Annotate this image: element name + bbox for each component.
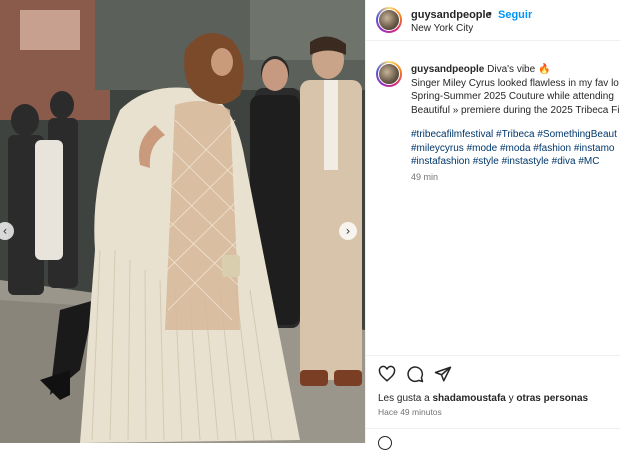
hashtags: #tribecafilmfestival #Tribeca #Something… <box>411 128 620 169</box>
caption-username[interactable]: guysandpeople <box>411 64 484 75</box>
hashtag-link[interactable]: #fashion <box>533 143 571 154</box>
header-username[interactable]: guysandpeople <box>411 9 492 21</box>
hashtag-link[interactable]: #Tribeca <box>496 129 535 140</box>
header-separator: • <box>488 8 492 20</box>
likes-middle: y <box>505 393 517 404</box>
caption-title: Diva's vibe 🔥 <box>487 64 551 75</box>
hashtag-link[interactable]: #tribecafilmfestival <box>411 129 493 140</box>
location-link[interactable]: New York City <box>411 23 473 34</box>
comment-bar <box>366 428 620 450</box>
hashtag-link[interactable]: #SomethingBeaut <box>537 129 617 140</box>
likes-summary: Les gusta a shadamoustafa y otras person… <box>378 393 588 404</box>
post-date: Hace 49 minutos <box>378 407 442 417</box>
caption-avatar[interactable] <box>376 61 402 87</box>
action-bar <box>366 355 620 386</box>
avatar[interactable] <box>376 7 402 33</box>
hashtag-link[interactable]: #mileycyrus <box>411 143 464 154</box>
post-side-panel: guysandpeople • Seguir New York City guy… <box>365 0 620 450</box>
caption: guysandpeople Diva's vibe 🔥 Singer Miley… <box>411 63 620 117</box>
caption-line: Singer Miley Cyrus looked flawless in my… <box>411 77 619 89</box>
hashtag-link[interactable]: #moda <box>500 143 531 154</box>
hashtag-link[interactable]: #instamo <box>574 143 615 154</box>
hashtag-link[interactable]: #mode <box>467 143 498 154</box>
post-header: guysandpeople • Seguir New York City <box>366 0 620 41</box>
share-icon[interactable] <box>434 365 452 383</box>
likes-user[interactable]: shadamoustafa <box>432 393 505 404</box>
likes-others[interactable]: otras personas <box>516 393 588 404</box>
caption-line: Spring-Summer 2025 Couture while attendi… <box>411 91 614 102</box>
photo-illustration <box>0 0 365 443</box>
comment-icon[interactable] <box>406 365 424 383</box>
likes-prefix: Les gusta a <box>378 393 433 404</box>
hashtag-link[interactable]: #MC <box>578 156 599 167</box>
caption-timestamp: 49 min <box>411 172 439 182</box>
heart-icon[interactable] <box>378 365 396 383</box>
caption-line: Beautiful » premiere during the 2025 Tri… <box>411 104 620 116</box>
emoji-icon[interactable] <box>378 436 392 450</box>
hashtag-link[interactable]: #diva <box>552 156 576 167</box>
follow-button[interactable]: Seguir <box>498 9 532 21</box>
hashtag-link[interactable]: #instafashion <box>411 156 470 167</box>
hashtag-link[interactable]: #style <box>473 156 499 167</box>
chevron-right-icon[interactable]: › <box>339 222 357 240</box>
post-photo[interactable]: ‹ › <box>0 0 365 443</box>
hashtag-link[interactable]: #instastyle <box>502 156 549 167</box>
